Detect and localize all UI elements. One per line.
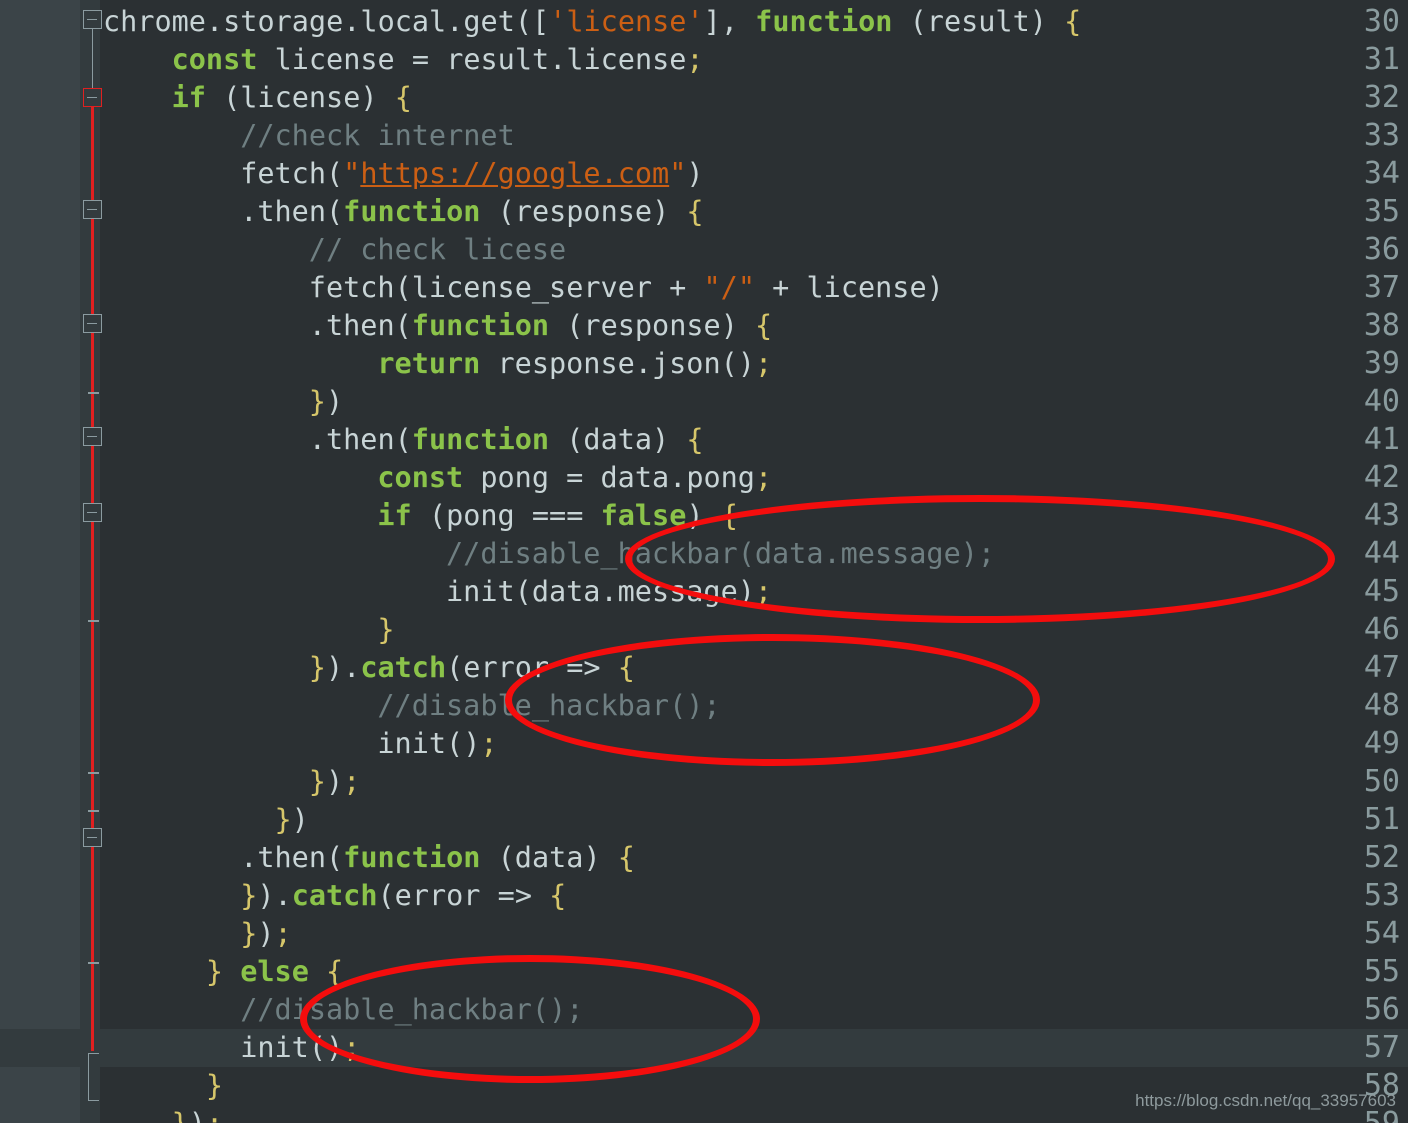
- code-line: });: [308, 765, 361, 798]
- fold-end-dash-line51: [88, 810, 99, 812]
- line-number: 50: [1363, 764, 1400, 799]
- fold-marker-icon-line41[interactable]: [83, 427, 102, 446]
- fold-end-dash-line55: [88, 962, 99, 964]
- code-line: init();: [377, 727, 498, 760]
- code-line: //disable_hackbar(data.message);: [446, 537, 996, 570]
- line-number: 43: [1363, 498, 1400, 533]
- code-line: .then(function (data) {: [308, 423, 704, 456]
- fold-guide-line-gray: [91, 29, 93, 89]
- code-line: chrome.storage.local.get(['license'], fu…: [103, 5, 1082, 38]
- fold-end-dash-line40: [88, 392, 99, 394]
- watermark-url: https://blog.csdn.net/qq_33957603: [1135, 1091, 1396, 1110]
- line-number: 54: [1363, 916, 1400, 951]
- line-number: 42: [1363, 460, 1400, 495]
- code-line: //check internet: [240, 119, 515, 152]
- code-line: });: [172, 1105, 224, 1123]
- code-line: }: [205, 1069, 224, 1102]
- code-editor-screenshot: 30 31 32 33 34 35 36 37 38 39 40 41 42 43 44 45 46 47 48 49…: [0, 0, 1408, 1123]
- code-line: } else {: [205, 955, 344, 988]
- code-line: }: [377, 613, 395, 646]
- line-number: 47: [1363, 650, 1400, 685]
- line-number: 56: [1363, 992, 1400, 1027]
- fold-marker-icon-line35[interactable]: [83, 200, 102, 219]
- code-line: //disable_hackbar();: [240, 993, 584, 1026]
- code-line: }): [308, 385, 344, 418]
- code-line: init();: [240, 1031, 361, 1064]
- line-number: 35: [1363, 194, 1400, 229]
- code-line: //disable_hackbar();: [377, 689, 721, 722]
- line-number: 41: [1363, 422, 1400, 457]
- fold-marker-icon-line32[interactable]: [83, 88, 102, 107]
- line-number: 49: [1363, 726, 1400, 761]
- line-number: 36: [1363, 232, 1400, 267]
- code-line: if (pong === false) {: [377, 499, 738, 532]
- code-line: fetch(license_server + "/" + license): [308, 271, 944, 304]
- line-number: 46: [1363, 612, 1400, 647]
- code-line: .then(function (response) {: [308, 309, 773, 342]
- line-number: 55: [1363, 954, 1400, 989]
- fold-scope-end-bracket: [88, 1053, 99, 1101]
- code-line: fetch("https://google.com"): [240, 157, 704, 190]
- code-line: const pong = data.pong;: [377, 461, 773, 494]
- line-number: 37: [1363, 270, 1400, 305]
- line-number: 30: [1363, 4, 1400, 39]
- line-number: 44: [1363, 536, 1400, 571]
- fold-marker-icon-line43[interactable]: [83, 503, 102, 522]
- code-line: }): [274, 803, 309, 836]
- line-number: 53: [1363, 878, 1400, 913]
- code-line: }).catch(error => {: [240, 879, 567, 912]
- line-number: 40: [1363, 384, 1400, 419]
- line-number: 57: [1363, 1030, 1400, 1065]
- code-line: }).catch(error => {: [308, 651, 635, 684]
- line-number: 51: [1363, 802, 1400, 837]
- line-number: 32: [1363, 80, 1400, 115]
- line-number: 39: [1363, 346, 1400, 381]
- line-number-gutter: [0, 0, 80, 1123]
- fold-guide-line-red: [91, 106, 94, 1051]
- line-number: 33: [1363, 118, 1400, 153]
- code-line: });: [240, 917, 292, 950]
- line-number: 38: [1363, 308, 1400, 343]
- line-number: 45: [1363, 574, 1400, 609]
- line-number: 31: [1363, 42, 1400, 77]
- line-number: 48: [1363, 688, 1400, 723]
- fold-end-dash-line46: [88, 620, 99, 622]
- code-line: return response.json();: [377, 347, 773, 380]
- current-line-highlight: [0, 1029, 1408, 1067]
- fold-marker-icon-line52[interactable]: [83, 828, 102, 847]
- code-line: // check licese: [308, 233, 567, 266]
- code-line: if (license) {: [171, 81, 412, 114]
- fold-marker-icon-line30[interactable]: [83, 10, 102, 29]
- fold-end-dash-line50: [88, 772, 99, 774]
- fold-marker-icon-line38[interactable]: [83, 314, 102, 333]
- line-number: 34: [1363, 156, 1400, 191]
- line-number: 52: [1363, 840, 1400, 875]
- code-line: .then(function (response) {: [240, 195, 704, 228]
- code-line: init(data.message);: [446, 575, 773, 608]
- code-line: .then(function (data) {: [240, 841, 635, 874]
- code-line: const license = result.license;: [171, 43, 704, 76]
- code-folding-column[interactable]: [80, 0, 100, 1123]
